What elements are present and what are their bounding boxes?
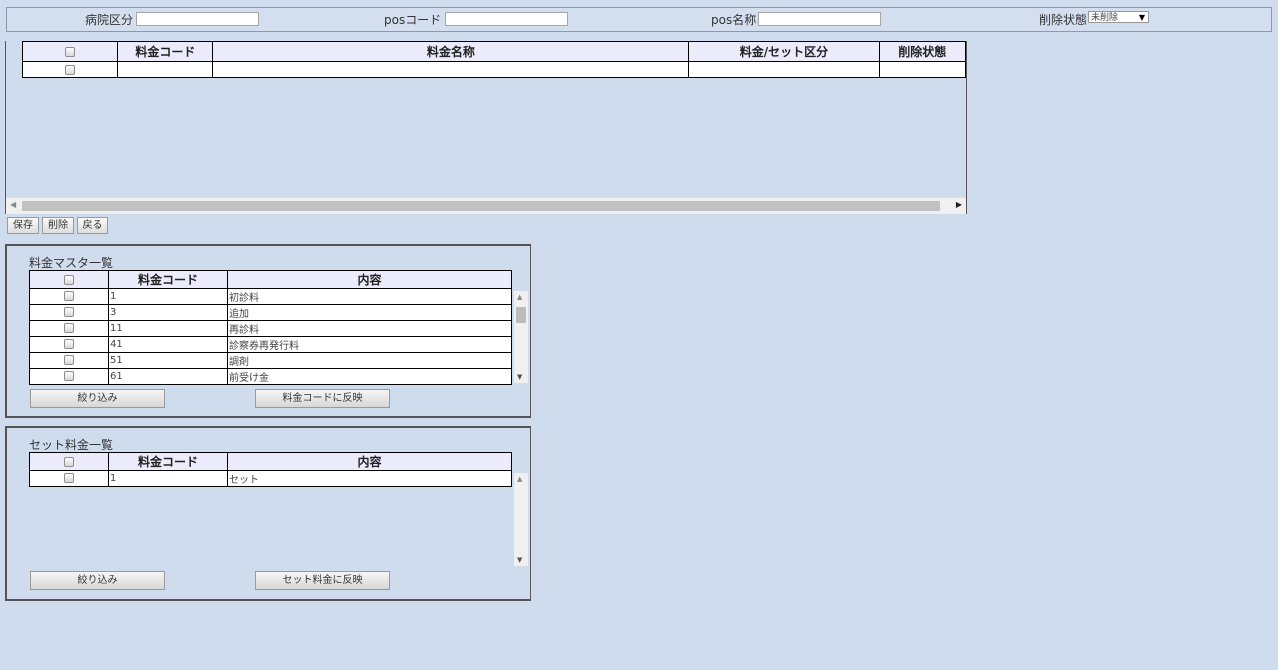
fee-master-header-row: 料金コード 内容 — [29, 270, 512, 289]
fee-master-panel: 料金マスタ一覧 料金コード 内容 1 初診料 3 追加 11 再診料 41 診察… — [5, 244, 531, 418]
table-row[interactable]: 1 セット — [29, 470, 512, 487]
main-grid-header-row: 料金コード 料金名称 料金/セット区分 削除状態 — [21, 41, 967, 62]
row-checkbox-cell[interactable] — [29, 470, 109, 487]
content-cell: 再診料 — [227, 320, 512, 337]
pos-name-input[interactable] — [758, 12, 881, 26]
content-cell: 前受け金 — [227, 368, 512, 385]
table-row[interactable]: 3 追加 — [29, 304, 512, 321]
fee-set-category-cell[interactable] — [688, 61, 880, 78]
row-checkbox[interactable] — [64, 473, 74, 483]
row-checkbox-cell[interactable] — [29, 288, 109, 305]
set-fee-filter-button[interactable]: 絞り込み — [30, 571, 165, 590]
fee-code-cell[interactable] — [117, 61, 214, 78]
row-checkbox-cell[interactable] — [29, 336, 109, 353]
pos-code-input[interactable] — [445, 12, 568, 26]
scroll-thumb[interactable] — [516, 307, 526, 323]
pos-name-label: pos名称 — [711, 13, 757, 27]
row-checkbox[interactable] — [64, 323, 74, 333]
fee-code-cell: 3 — [108, 304, 228, 321]
fee-code-cell: 41 — [108, 336, 228, 353]
delete-status-select[interactable]: 未削除 ▼ — [1088, 11, 1149, 23]
apply-set-fee-button[interactable]: セット料金に反映 — [255, 571, 390, 590]
column-fee-set-category: 料金/セット区分 — [688, 41, 880, 62]
row-checkbox-cell[interactable] — [29, 304, 109, 321]
set-fee-vertical-scrollbar[interactable]: ▲ ▼ — [514, 473, 528, 566]
delete-status-cell[interactable] — [878, 61, 967, 78]
row-checkbox[interactable] — [64, 307, 74, 317]
fee-master-vertical-scrollbar[interactable]: ▲ ▼ — [514, 291, 528, 383]
filter-bar: 病院区分 posコード pos名称 削除状態 未削除 ▼ — [6, 7, 1272, 32]
delete-status-label: 削除状態 — [1039, 13, 1088, 27]
table-row[interactable]: 11 再診料 — [29, 320, 512, 337]
set-fee-select-all[interactable] — [29, 452, 109, 471]
content-cell: 初診料 — [227, 288, 512, 305]
row-checkbox-cell[interactable] — [29, 352, 109, 369]
main-grid-row — [21, 61, 967, 78]
row-checkbox[interactable] — [64, 371, 74, 381]
column-content: 内容 — [227, 452, 512, 471]
arrow-left-icon[interactable]: ◀ — [10, 200, 16, 209]
arrow-up-icon[interactable]: ▲ — [517, 293, 522, 301]
select-all-checkbox[interactable] — [64, 275, 74, 285]
row-checkbox[interactable] — [64, 355, 74, 365]
row-checkbox[interactable] — [65, 65, 76, 75]
fee-name-cell[interactable] — [212, 61, 690, 78]
fee-code-cell: 11 — [108, 320, 228, 337]
arrow-down-icon[interactable]: ▼ — [517, 556, 522, 564]
fee-master-table: 料金コード 内容 1 初診料 3 追加 11 再診料 41 診察券再発行料 51… — [29, 270, 512, 385]
scroll-thumb[interactable] — [22, 201, 940, 211]
select-all-checkbox[interactable] — [64, 457, 74, 467]
column-fee-code: 料金コード — [108, 270, 228, 289]
content-cell: 追加 — [227, 304, 512, 321]
set-fee-panel: セット料金一覧 料金コード 内容 1 セット ▲ ▼ 絞り込み セット料金に反映 — [5, 426, 531, 601]
column-content: 内容 — [227, 270, 512, 289]
main-grid: 料金コード 料金名称 料金/セット区分 削除状態 ◀ ▶ — [5, 41, 967, 214]
table-row[interactable]: 61 前受け金 — [29, 368, 512, 385]
delete-button[interactable]: 削除 — [42, 217, 74, 234]
content-cell: 診察券再発行料 — [227, 336, 512, 353]
horizontal-scrollbar[interactable]: ◀ ▶ — [6, 198, 966, 214]
save-button[interactable]: 保存 — [7, 217, 39, 234]
arrow-right-icon[interactable]: ▶ — [956, 200, 962, 209]
select-all-header[interactable] — [21, 41, 119, 62]
row-checkbox[interactable] — [64, 339, 74, 349]
fee-code-cell: 61 — [108, 368, 228, 385]
arrow-down-icon[interactable]: ▼ — [517, 373, 522, 381]
table-row[interactable]: 41 診察券再発行料 — [29, 336, 512, 353]
column-fee-code: 料金コード — [117, 41, 214, 62]
arrow-up-icon[interactable]: ▲ — [517, 475, 522, 483]
main-grid-table: 料金コード 料金名称 料金/セット区分 削除状態 — [21, 41, 967, 78]
fee-master-filter-button[interactable]: 絞り込み — [30, 389, 165, 408]
content-cell: 調剤 — [227, 352, 512, 369]
content-cell: セット — [227, 470, 512, 487]
hospital-category-label: 病院区分 — [85, 13, 134, 27]
delete-status-value: 未削除 — [1091, 13, 1119, 23]
row-checkbox[interactable] — [64, 291, 74, 301]
row-checkbox-cell[interactable] — [21, 61, 119, 78]
hospital-category-input[interactable] — [136, 12, 259, 26]
column-fee-code: 料金コード — [108, 452, 228, 471]
column-fee-name: 料金名称 — [212, 41, 690, 62]
fee-code-cell: 1 — [108, 288, 228, 305]
triangle-down-icon: ▼ — [1138, 13, 1145, 22]
table-row[interactable]: 1 初診料 — [29, 288, 512, 305]
column-delete-status: 削除状態 — [878, 41, 967, 62]
fee-master-title: 料金マスタ一覧 — [29, 256, 114, 270]
select-all-checkbox[interactable] — [65, 47, 76, 57]
table-row[interactable]: 51 調剤 — [29, 352, 512, 369]
back-button[interactable]: 戻る — [77, 217, 108, 234]
fee-code-cell: 1 — [108, 470, 228, 487]
set-fee-table: 料金コード 内容 1 セット — [29, 452, 512, 487]
set-fee-title: セット料金一覧 — [29, 438, 114, 452]
pos-code-label: posコード — [384, 13, 442, 27]
row-checkbox-cell[interactable] — [29, 368, 109, 385]
fee-code-cell: 51 — [108, 352, 228, 369]
row-checkbox-cell[interactable] — [29, 320, 109, 337]
set-fee-header-row: 料金コード 内容 — [29, 452, 512, 471]
fee-master-select-all[interactable] — [29, 270, 109, 289]
apply-fee-code-button[interactable]: 料金コードに反映 — [255, 389, 390, 408]
